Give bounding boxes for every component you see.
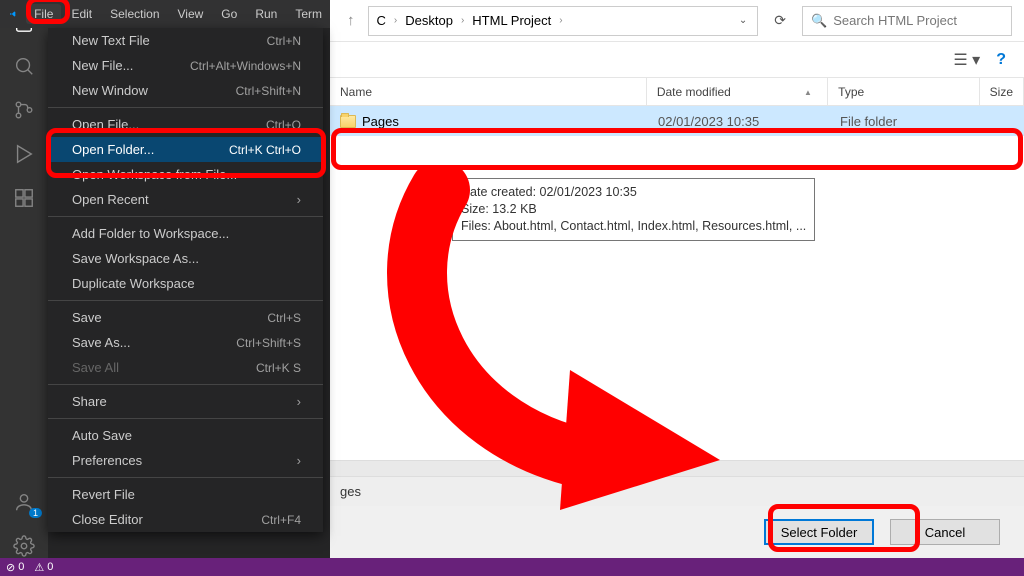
crumb-project[interactable]: HTML Project bbox=[468, 11, 555, 30]
cancel-button[interactable]: Cancel bbox=[890, 519, 1000, 545]
menu-share[interactable]: Share› bbox=[48, 389, 323, 414]
status-bar: ⊘0 ⚠0 bbox=[0, 558, 1024, 576]
menu-open-recent[interactable]: Open Recent› bbox=[48, 187, 323, 212]
menu-save-all: Save AllCtrl+K S bbox=[48, 355, 323, 380]
activity-bar bbox=[0, 0, 48, 558]
menu-selection[interactable]: Selection bbox=[102, 4, 167, 24]
extensions-icon[interactable] bbox=[12, 186, 36, 210]
menu-open-workspace[interactable]: Open Workspace from File... bbox=[48, 162, 323, 187]
menu-file[interactable]: File bbox=[26, 4, 61, 24]
table-row[interactable]: Pages 02/01/2023 10:35 File folder bbox=[330, 106, 1024, 136]
crumb-desktop[interactable]: Desktop bbox=[401, 11, 457, 30]
folder-tooltip: Date created: 02/01/2023 10:35 Size: 13.… bbox=[452, 178, 815, 241]
menu-open-file[interactable]: Open File...Ctrl+O bbox=[48, 112, 323, 137]
menu-revert-file[interactable]: Revert File bbox=[48, 482, 323, 507]
crumb-drive[interactable]: C bbox=[373, 11, 390, 30]
run-debug-icon[interactable] bbox=[12, 142, 36, 166]
breadcrumb-dropdown-icon[interactable]: ⌄ bbox=[739, 15, 747, 26]
status-errors[interactable]: ⊘0 bbox=[6, 561, 24, 574]
menu-new-text-file[interactable]: New Text FileCtrl+N bbox=[48, 28, 323, 53]
file-menu-dropdown: New Text FileCtrl+N New File...Ctrl+Alt+… bbox=[48, 28, 323, 532]
breadcrumb[interactable]: C› Desktop› HTML Project› ⌄ bbox=[368, 6, 759, 36]
select-folder-button[interactable]: Select Folder bbox=[764, 519, 874, 545]
help-icon[interactable]: ? bbox=[996, 51, 1006, 69]
menu-view[interactable]: View bbox=[170, 4, 212, 24]
menu-save-as[interactable]: Save As...Ctrl+Shift+S bbox=[48, 330, 323, 355]
column-headers: Name Date modified Type Size bbox=[330, 78, 1024, 106]
col-date[interactable]: Date modified bbox=[647, 78, 828, 105]
folder-name-field[interactable]: ges bbox=[330, 476, 1024, 506]
menu-save-workspace-as[interactable]: Save Workspace As... bbox=[48, 246, 323, 271]
open-folder-dialog: ↑ C› Desktop› HTML Project› ⌄ ⟳ 🔍 Search… bbox=[330, 0, 1024, 558]
nav-up-icon[interactable]: ↑ bbox=[342, 8, 360, 33]
menu-open-folder[interactable]: Open Folder...Ctrl+K Ctrl+O bbox=[48, 137, 323, 162]
menu-duplicate-workspace[interactable]: Duplicate Workspace bbox=[48, 271, 323, 296]
dialog-toolbar: ☰ ▾ ? bbox=[330, 42, 1024, 78]
menu-close-editor[interactable]: Close EditorCtrl+F4 bbox=[48, 507, 323, 532]
refresh-icon[interactable]: ⟳ bbox=[766, 8, 794, 33]
menu-run[interactable]: Run bbox=[247, 4, 285, 24]
menu-new-file[interactable]: New File...Ctrl+Alt+Windows+N bbox=[48, 53, 323, 78]
menu-bar: File Edit Selection View Go Run Term bbox=[0, 0, 330, 28]
source-control-icon[interactable] bbox=[12, 98, 36, 122]
row-type-cell: File folder bbox=[830, 114, 982, 129]
settings-gear-icon[interactable] bbox=[12, 534, 36, 558]
search-icon: 🔍 bbox=[811, 13, 827, 29]
menu-new-window[interactable]: New WindowCtrl+Shift+N bbox=[48, 78, 323, 103]
vscode-logo-icon bbox=[10, 6, 16, 22]
search-placeholder: Search HTML Project bbox=[833, 13, 957, 28]
row-date-cell: 02/01/2023 10:35 bbox=[648, 114, 830, 129]
status-warnings[interactable]: ⚠0 bbox=[34, 561, 53, 574]
col-name[interactable]: Name bbox=[330, 78, 647, 105]
accounts-icon[interactable] bbox=[12, 490, 36, 514]
dialog-address-bar: ↑ C› Desktop› HTML Project› ⌄ ⟳ 🔍 Search… bbox=[330, 0, 1024, 42]
menu-auto-save[interactable]: Auto Save bbox=[48, 423, 323, 448]
col-size[interactable]: Size bbox=[980, 78, 1024, 105]
menu-terminal[interactable]: Term bbox=[287, 4, 330, 24]
menu-edit[interactable]: Edit bbox=[63, 4, 100, 24]
search-input[interactable]: 🔍 Search HTML Project bbox=[802, 6, 1012, 36]
search-icon[interactable] bbox=[12, 54, 36, 78]
menu-preferences[interactable]: Preferences› bbox=[48, 448, 323, 473]
menu-save[interactable]: SaveCtrl+S bbox=[48, 305, 323, 330]
sort-indicator-icon: ▲ bbox=[804, 88, 812, 97]
menu-add-folder-workspace[interactable]: Add Folder to Workspace... bbox=[48, 221, 323, 246]
dialog-actions: Select Folder Cancel bbox=[330, 506, 1024, 558]
view-options-icon[interactable]: ☰ ▾ bbox=[953, 50, 980, 70]
menu-go[interactable]: Go bbox=[213, 4, 245, 24]
row-name-cell: Pages bbox=[330, 114, 648, 129]
folder-icon bbox=[340, 115, 356, 128]
col-type[interactable]: Type bbox=[828, 78, 979, 105]
